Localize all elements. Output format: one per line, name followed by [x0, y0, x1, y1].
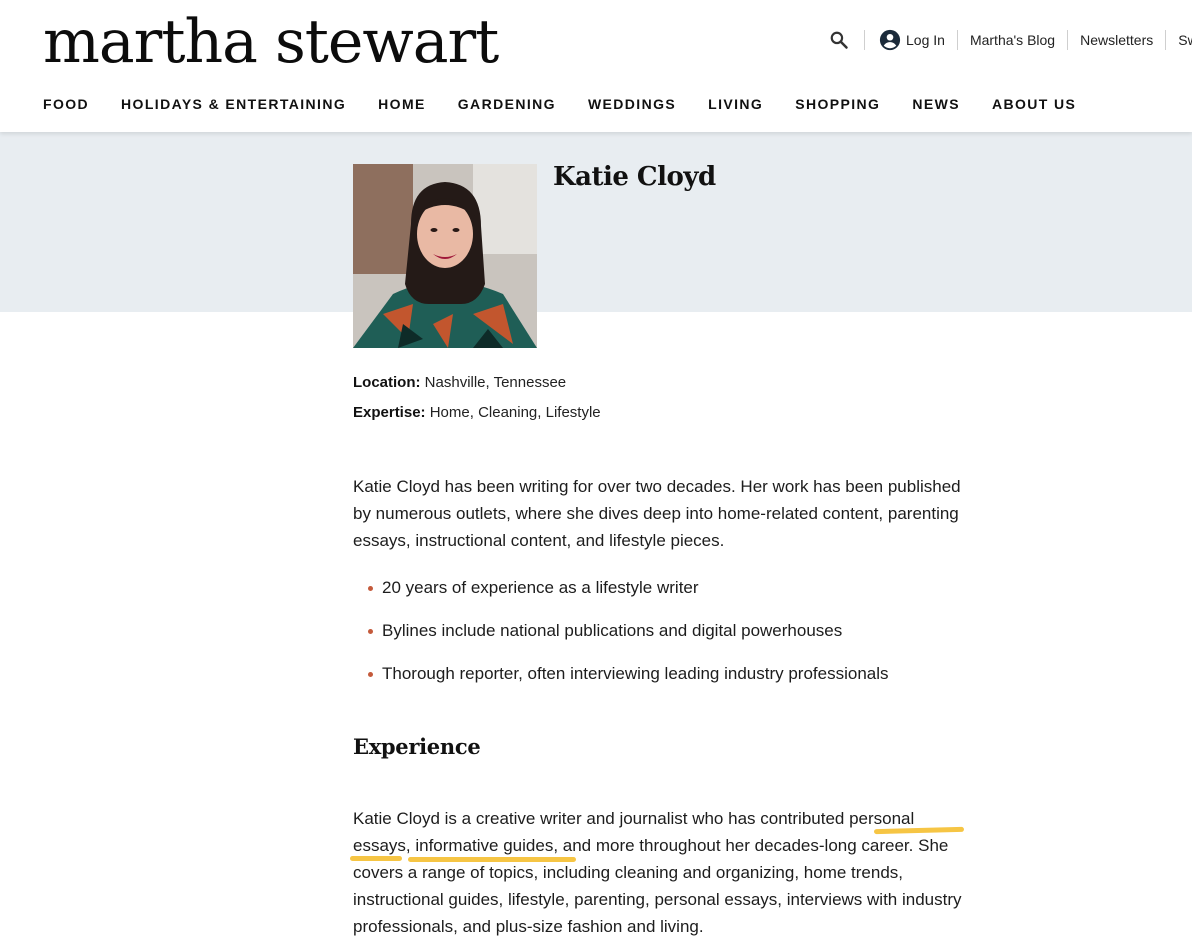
- login-button[interactable]: Log In: [879, 29, 945, 51]
- location-label: Location:: [353, 374, 421, 391]
- nav-holidays-entertaining[interactable]: HOLIDAYS & ENTERTAINING: [121, 96, 346, 112]
- list-item: Bylines include national publications an…: [353, 617, 973, 644]
- site-header: martha stewart Log In Martha's Blog News…: [0, 0, 1192, 132]
- highlighter-mark: [350, 856, 402, 861]
- newsletters-link[interactable]: Newsletters: [1068, 32, 1165, 48]
- site-logo[interactable]: martha stewart: [43, 6, 499, 78]
- search-icon[interactable]: [826, 27, 852, 53]
- subscribe-link[interactable]: Sw: [1166, 32, 1192, 48]
- nav-home[interactable]: HOME: [378, 96, 426, 112]
- author-hero-band: [0, 132, 1192, 312]
- author-highlights: 20 years of experience as a lifestyle wr…: [353, 574, 973, 703]
- nav-living[interactable]: LIVING: [708, 96, 763, 112]
- author-photo: [353, 164, 537, 348]
- highlight-text: 20 years of experience as a lifestyle wr…: [382, 578, 699, 597]
- utility-divider: [864, 30, 865, 50]
- nav-gardening[interactable]: GARDENING: [458, 96, 556, 112]
- expertise-value: Home, Cleaning, Lifestyle: [429, 404, 601, 421]
- bullet-dot: [368, 586, 373, 591]
- login-label: Log In: [906, 32, 945, 48]
- highlighter-mark: [408, 857, 576, 862]
- list-item: Thorough reporter, often interviewing le…: [353, 660, 973, 687]
- experience-heading: Experience: [353, 734, 481, 759]
- highlight-text: Bylines include national publications an…: [382, 621, 843, 640]
- expertise-label: Expertise:: [353, 404, 426, 421]
- nav-shopping[interactable]: SHOPPING: [795, 96, 880, 112]
- author-bio: Katie Cloyd has been writing for over tw…: [353, 477, 961, 550]
- author-name: Katie Cloyd: [553, 162, 716, 192]
- main-nav: FOOD HOLIDAYS & ENTERTAINING HOME GARDEN…: [43, 96, 1108, 112]
- nav-food[interactable]: FOOD: [43, 96, 89, 112]
- list-item: 20 years of experience as a lifestyle wr…: [353, 574, 973, 601]
- highlight-text: Thorough reporter, often interviewing le…: [382, 664, 889, 683]
- nav-about-us[interactable]: ABOUT US: [992, 96, 1076, 112]
- author-location: Location: Nashville, Tennessee: [353, 374, 566, 391]
- location-value: Nashville, Tennessee: [424, 374, 567, 391]
- bullet-dot: [368, 672, 373, 677]
- nav-weddings[interactable]: WEDDINGS: [588, 96, 676, 112]
- bullet-dot: [368, 629, 373, 634]
- experience-text: Katie Cloyd is a creative writer and jou…: [353, 809, 962, 936]
- account-icon: [879, 29, 901, 51]
- author-expertise: Expertise: Home, Cleaning, Lifestyle: [353, 404, 601, 421]
- marthas-blog-link[interactable]: Martha's Blog: [958, 32, 1067, 48]
- nav-news[interactable]: NEWS: [912, 96, 960, 112]
- utility-bar: Log In Martha's Blog Newsletters Sw: [826, 26, 1192, 54]
